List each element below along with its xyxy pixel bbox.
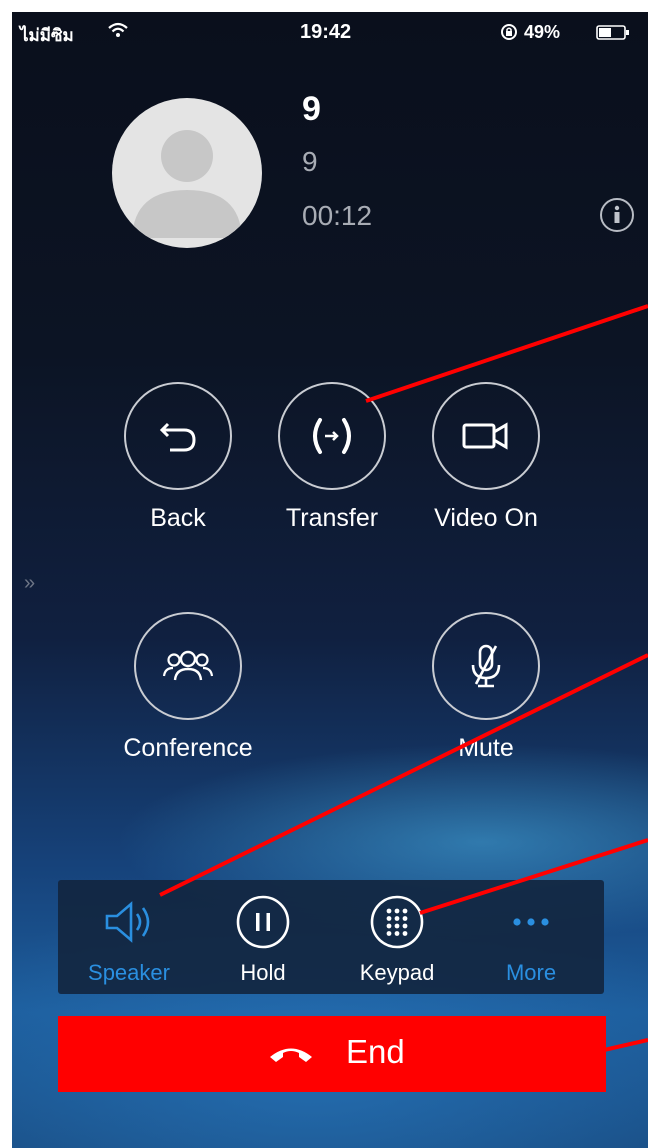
rotation-lock-icon bbox=[501, 24, 517, 40]
speaker-label: Speaker bbox=[88, 960, 170, 985]
info-button[interactable] bbox=[600, 198, 634, 232]
conference-button[interactable]: Conference bbox=[113, 612, 263, 763]
back-arrow-icon bbox=[159, 422, 196, 452]
muted-microphone-icon bbox=[471, 644, 501, 688]
expand-arrows-icon[interactable]: » bbox=[24, 572, 35, 595]
more-dots-icon bbox=[513, 918, 549, 926]
call-toolbar: Speaker Hold Keypad More bbox=[58, 880, 604, 994]
hold-label: Hold bbox=[240, 960, 286, 985]
pause-icon bbox=[236, 895, 290, 949]
transfer-button[interactable]: Transfer bbox=[267, 382, 397, 533]
back-label: Back bbox=[150, 504, 206, 532]
back-button[interactable]: Back bbox=[113, 382, 243, 533]
conference-label: Conference bbox=[123, 734, 253, 762]
battery-percent: 49% bbox=[524, 22, 561, 42]
end-call-label: End bbox=[346, 1033, 405, 1070]
keypad-label: Keypad bbox=[359, 960, 435, 985]
call-screen: ไม่มีซิม 19:42 49% 9 9 00:12 Back Transf… bbox=[12, 12, 648, 1148]
status-time: 19:42 bbox=[300, 21, 352, 43]
hang-up-icon bbox=[270, 1048, 312, 1062]
keypad-icon bbox=[370, 895, 424, 949]
video-camera-icon bbox=[462, 422, 508, 450]
avatar bbox=[112, 98, 262, 248]
video-on-button[interactable]: Video On bbox=[421, 382, 551, 533]
caller-name: 9 bbox=[302, 90, 321, 128]
end-call-button[interactable]: End bbox=[58, 1016, 606, 1092]
speaker-icon bbox=[105, 901, 150, 943]
mute-button[interactable]: Mute bbox=[421, 612, 551, 763]
transfer-label: Transfer bbox=[285, 504, 379, 532]
keypad-button[interactable]: Keypad bbox=[332, 880, 462, 994]
info-icon bbox=[614, 205, 620, 223]
avatar-silhouette bbox=[132, 130, 242, 238]
conference-icon bbox=[162, 650, 214, 681]
battery-icon bbox=[596, 25, 629, 40]
mute-label: Mute bbox=[458, 734, 514, 762]
more-button[interactable]: More bbox=[466, 880, 596, 994]
caller-number: 9 bbox=[302, 146, 318, 177]
video-on-label: Video On bbox=[434, 504, 538, 532]
transfer-icon bbox=[313, 418, 351, 454]
call-duration: 00:12 bbox=[302, 200, 373, 231]
hold-button[interactable]: Hold bbox=[198, 880, 328, 994]
carrier-label: ไม่มีซิม bbox=[20, 26, 74, 45]
speaker-button[interactable]: Speaker bbox=[64, 880, 194, 994]
more-label: More bbox=[505, 960, 557, 985]
wifi-icon bbox=[108, 22, 128, 37]
